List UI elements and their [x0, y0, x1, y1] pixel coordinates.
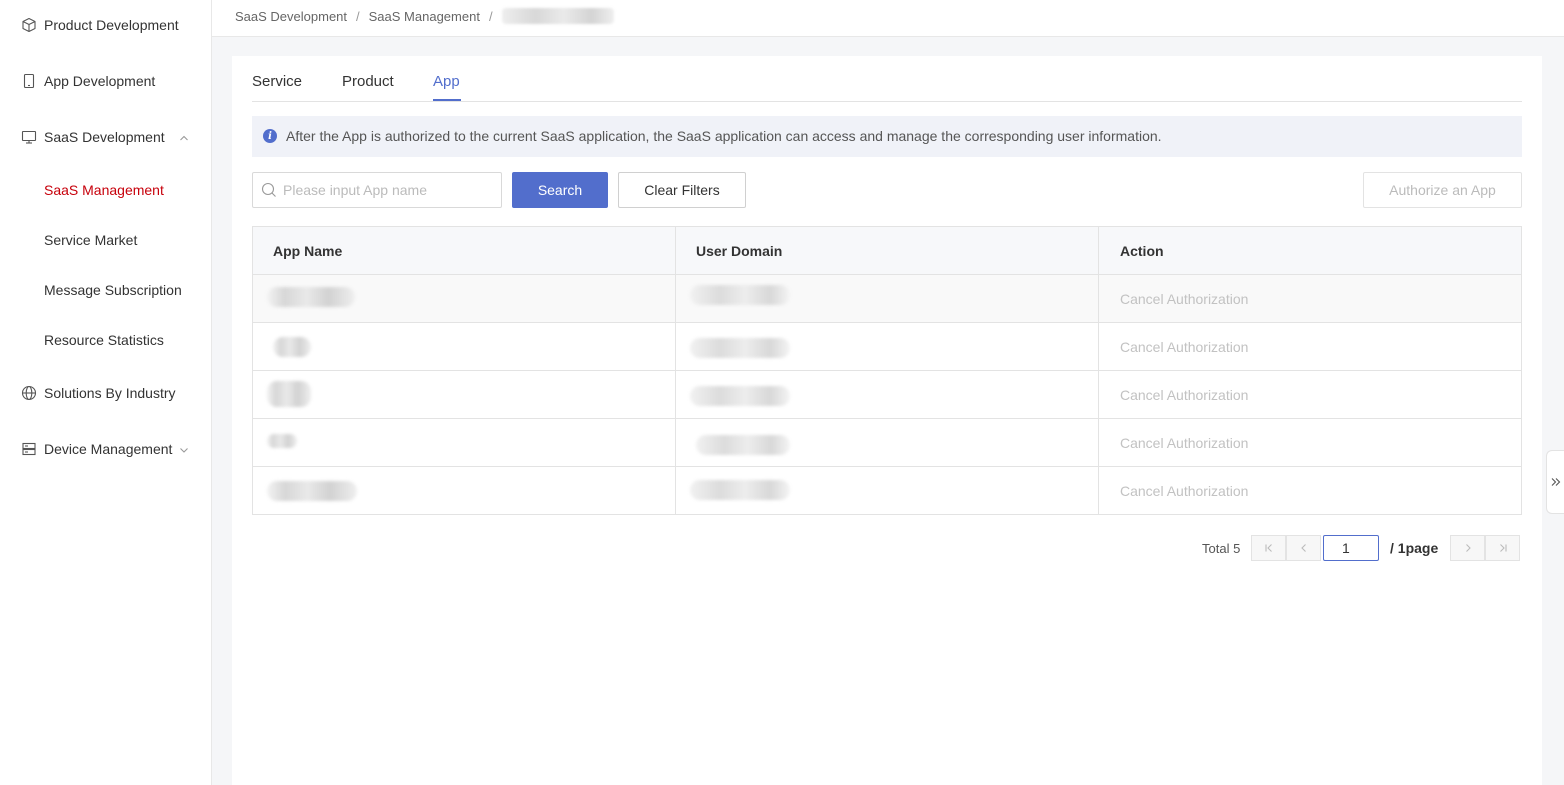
column-header-action: Action	[1120, 242, 1164, 259]
app-name-cell	[253, 467, 676, 514]
clear-filters-button[interactable]: Clear Filters	[618, 172, 746, 208]
cancel-authorization-link[interactable]: Cancel Authorization	[1120, 387, 1248, 403]
redacted-text	[273, 337, 311, 357]
user-domain-cell	[676, 371, 1099, 418]
nav-saas-management[interactable]: SaaS Management	[44, 182, 164, 198]
prev-page-button[interactable]	[1286, 535, 1321, 561]
redacted-text	[690, 480, 790, 500]
chevron-right-icon	[1465, 544, 1471, 552]
user-domain-cell	[676, 323, 1099, 370]
column-header-user-domain: User Domain	[676, 227, 1099, 274]
app-name-cell	[253, 323, 676, 370]
action-cell: Cancel Authorization	[1099, 419, 1522, 466]
user-domain-cell	[676, 419, 1099, 466]
tab-product[interactable]: Product	[342, 73, 394, 90]
cancel-authorization-link[interactable]: Cancel Authorization	[1120, 435, 1248, 451]
search-icon	[261, 182, 277, 198]
redacted-text	[696, 435, 790, 455]
first-page-icon	[1264, 544, 1272, 552]
action-cell: Cancel Authorization	[1099, 323, 1522, 370]
redacted-text	[267, 481, 357, 501]
tab-bar: Service Product App	[252, 72, 1522, 102]
tab-app[interactable]: App	[433, 73, 460, 90]
search-button[interactable]: Search	[512, 172, 608, 208]
column-header-app-name: App Name	[253, 227, 676, 274]
chevron-down-icon	[178, 443, 190, 455]
monitor-icon	[21, 129, 37, 145]
server-icon	[21, 441, 37, 457]
table-header: App Name User Domain Action	[253, 227, 1521, 275]
table-row: Cancel Authorization	[253, 323, 1521, 371]
table-row: Cancel Authorization	[253, 371, 1521, 419]
double-chevron-right-icon	[1551, 478, 1560, 486]
nav-resource-statistics[interactable]: Resource Statistics	[44, 332, 164, 348]
apps-table: App Name User Domain Action Cancel Autho…	[252, 226, 1522, 515]
last-page-icon	[1499, 544, 1507, 552]
redacted-text	[690, 386, 790, 406]
user-domain-cell	[676, 467, 1099, 514]
cube-icon	[21, 17, 37, 33]
redacted-text	[267, 434, 297, 448]
nav-solutions-by-industry[interactable]: Solutions By Industry	[0, 383, 211, 403]
page-number-input[interactable]	[1323, 535, 1379, 561]
cancel-authorization-link[interactable]: Cancel Authorization	[1120, 339, 1248, 355]
notice-text: After the App is authorized to the curre…	[286, 128, 1162, 144]
breadcrumb: SaaS Development / SaaS Management /	[235, 8, 614, 24]
search-input[interactable]	[283, 173, 498, 207]
nav-label: App Development	[44, 73, 156, 89]
info-notice: i After the App is authorized to the cur…	[252, 116, 1522, 157]
app-name-cell	[253, 275, 676, 322]
top-bar: SaaS Development / SaaS Management /	[212, 0, 1564, 37]
authorize-app-button[interactable]: Authorize an App	[1363, 172, 1522, 208]
phone-icon	[21, 73, 37, 89]
first-page-button[interactable]	[1251, 535, 1286, 561]
nav-label: SaaS Development	[44, 129, 165, 145]
redacted-text	[690, 338, 790, 358]
nav-label: Solutions By Industry	[44, 385, 176, 401]
page-count: / 1page	[1390, 540, 1439, 556]
globe-icon	[21, 385, 37, 401]
table-row: Cancel Authorization	[253, 467, 1521, 515]
app-name-cell	[253, 419, 676, 466]
redacted-text	[267, 381, 311, 407]
nav-label: Device Management	[44, 441, 173, 457]
nav-app-development[interactable]: App Development	[0, 71, 211, 91]
nav-message-subscription[interactable]: Message Subscription	[44, 282, 182, 298]
redacted-text	[690, 285, 790, 305]
breadcrumb-redacted	[501, 8, 614, 24]
redacted-text	[267, 287, 355, 307]
info-icon: i	[263, 129, 277, 143]
nav-saas-development[interactable]: SaaS Development	[0, 127, 211, 147]
action-cell: Cancel Authorization	[1099, 275, 1522, 322]
breadcrumb-item[interactable]: SaaS Management	[369, 9, 480, 24]
last-page-button[interactable]	[1485, 535, 1520, 561]
pagination-total: Total 5	[1202, 541, 1241, 556]
breadcrumb-separator: /	[356, 8, 360, 24]
breadcrumb-separator: /	[488, 8, 493, 24]
nav-label: Product Development	[44, 17, 179, 33]
tab-service[interactable]: Service	[252, 73, 302, 90]
next-page-button[interactable]	[1450, 535, 1485, 561]
cancel-authorization-link[interactable]: Cancel Authorization	[1120, 291, 1248, 307]
expand-panel-button[interactable]	[1546, 450, 1564, 514]
cancel-authorization-link[interactable]: Cancel Authorization	[1120, 483, 1248, 499]
nav-service-market[interactable]: Service Market	[44, 232, 137, 248]
nav-device-management[interactable]: Device Management	[0, 439, 211, 459]
nav-product-development[interactable]: Product Development	[0, 15, 211, 35]
tab-active-indicator	[433, 99, 461, 101]
breadcrumb-item[interactable]: SaaS Development	[235, 9, 347, 24]
sidebar: Product Development App Development SaaS…	[0, 0, 212, 785]
chevron-up-icon	[178, 131, 190, 143]
chevron-left-icon	[1300, 544, 1306, 552]
app-name-cell	[253, 371, 676, 418]
table-row: Cancel Authorization	[253, 275, 1521, 323]
action-cell: Cancel Authorization	[1099, 371, 1522, 418]
search-box	[252, 172, 502, 208]
action-cell: Cancel Authorization	[1099, 467, 1522, 514]
user-domain-cell	[676, 275, 1099, 322]
table-row: Cancel Authorization	[253, 419, 1521, 467]
